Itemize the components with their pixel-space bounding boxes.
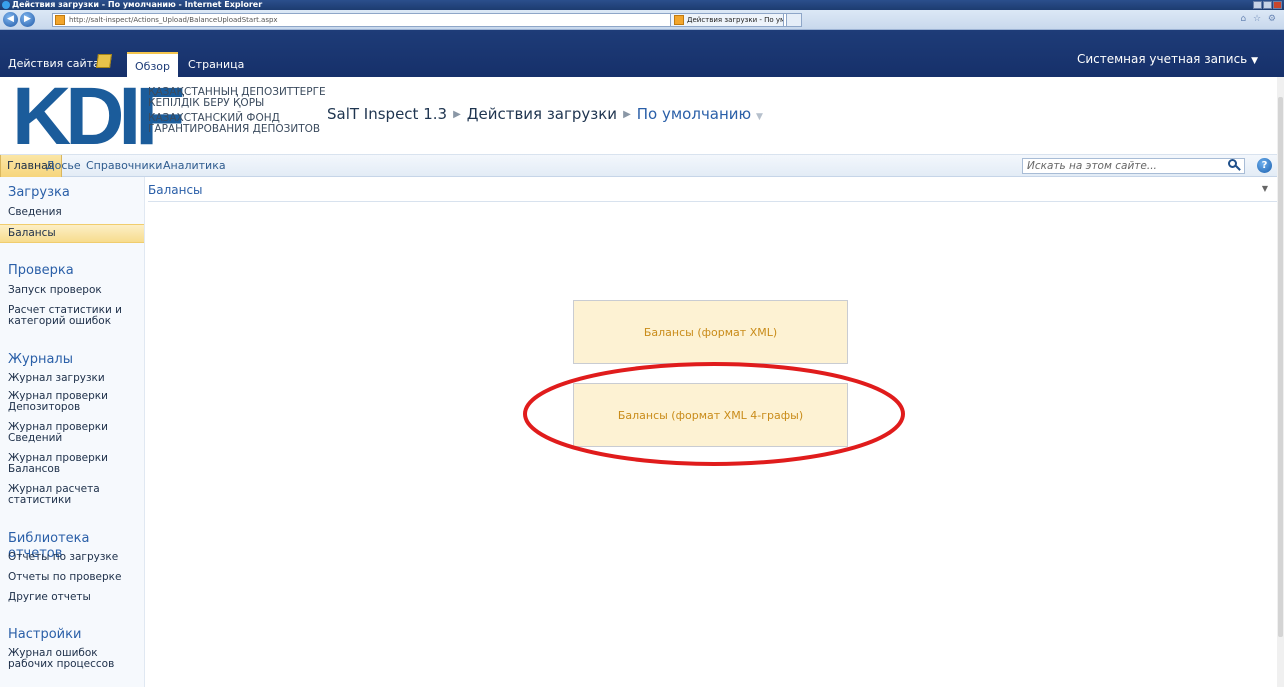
highlight-ellipse: [523, 362, 905, 466]
close-window-button[interactable]: [1273, 1, 1282, 9]
nav-item-data-log[interactable]: Журнал проверки Сведений: [8, 422, 142, 444]
search-icon[interactable]: [1228, 159, 1241, 172]
edit-page-icon[interactable]: [96, 54, 112, 68]
logo-line: КЕПІЛДІК БЕРУ ҚОРЫ: [148, 97, 265, 109]
help-icon[interactable]: ?: [1257, 158, 1272, 173]
browser-tab[interactable]: Действия загрузки - По ум...: [670, 13, 784, 27]
user-menu[interactable]: Системная учетная запись ▼: [1077, 52, 1258, 66]
ribbon: Действия сайта ▼ Обзор Страница Системна…: [0, 30, 1284, 77]
site-actions-label: Действия сайта: [8, 57, 100, 70]
nav-item-upload-reports[interactable]: Отчеты по загрузке: [8, 552, 142, 563]
nav-item-check-reports[interactable]: Отчеты по проверке: [8, 572, 142, 583]
balances-xml-button[interactable]: Балансы (формат XML): [573, 300, 848, 364]
browser-address-bar: ◀ ▶ http://salt-inspect/Actions_Upload/B…: [0, 10, 1284, 30]
nav-item-stats-log[interactable]: Журнал расчета статистики: [8, 484, 142, 506]
chevron-down-icon[interactable]: ▼: [1262, 184, 1268, 193]
nav-references[interactable]: Справочники: [80, 155, 168, 177]
nav-item-other-reports[interactable]: Другие отчеты: [8, 592, 142, 603]
maximize-button[interactable]: [1263, 1, 1272, 9]
site-header: KDIF ҚАЗАҚСТАННЫҢ ДЕПОЗИТТЕРГЕ КЕПІЛДІК …: [0, 76, 1284, 158]
url-text: http://salt-inspect/Actions_Upload/Balan…: [69, 16, 278, 24]
page-title: Балансы: [148, 183, 203, 197]
user-name: Системная учетная запись: [1076, 52, 1248, 66]
breadcrumb-site[interactable]: SalT Inspect 1.3: [327, 105, 447, 123]
nav-heading-settings[interactable]: Настройки: [8, 627, 81, 642]
nav-item-depositors-log[interactable]: Журнал проверки Депозиторов: [8, 391, 142, 413]
breadcrumb-section[interactable]: Действия загрузки: [467, 105, 617, 123]
window-controls: [1253, 1, 1282, 9]
chevron-down-icon: ▼: [1251, 56, 1258, 66]
balances-xml-label: Балансы (формат XML): [643, 325, 778, 339]
title-divider: [148, 201, 1278, 202]
ie-icon: [2, 1, 10, 9]
minimize-button[interactable]: [1253, 1, 1262, 9]
forward-icon[interactable]: ▶: [20, 12, 35, 27]
breadcrumb-separator-icon: ▶: [453, 109, 461, 120]
nav-item-workflow-errors[interactable]: Журнал ошибок рабочих процессов: [8, 648, 142, 670]
vertical-scrollbar[interactable]: [1277, 77, 1284, 687]
nav-heading-upload[interactable]: Загрузка: [8, 185, 70, 200]
site-actions-menu[interactable]: Действия сайта ▼: [8, 57, 109, 70]
nav-analytics[interactable]: Аналитика: [157, 155, 232, 177]
breadcrumb-separator-icon: ▶: [623, 109, 631, 120]
nav-item-balances[interactable]: Балансы: [0, 224, 144, 243]
tab-favicon-icon: [674, 15, 684, 25]
nav-item-run-checks[interactable]: Запуск проверок: [8, 285, 142, 296]
breadcrumb-current: По умолчанию: [636, 105, 752, 123]
window-title: Действия загрузки - По умолчанию - Inter…: [12, 0, 263, 9]
browser-tab-title: Действия загрузки - По ум...: [687, 16, 784, 24]
nav-item-data[interactable]: Сведения: [8, 207, 142, 218]
breadcrumb: SalT Inspect 1.3 ▶ Действия загрузки ▶ По ум…: [327, 105, 763, 123]
nav-item-balances-log[interactable]: Журнал проверки Балансов: [8, 453, 142, 475]
nav-heading-logs[interactable]: Журналы: [8, 352, 73, 367]
top-navigation: Главная Досье Справочники Аналитика Иска…: [0, 155, 1284, 177]
nav-item-statistics[interactable]: Расчет статистики и категорий ошибок: [8, 305, 142, 327]
nav-item-upload-log[interactable]: Журнал загрузки: [8, 373, 142, 384]
nav-heading-check[interactable]: Проверка: [8, 263, 74, 278]
quick-launch: Загрузка Сведения Балансы Проверка Запус…: [0, 177, 145, 687]
new-tab-button[interactable]: [786, 13, 802, 27]
tab-page[interactable]: Страница: [180, 52, 252, 77]
search-input[interactable]: Искать на этом сайте...: [1022, 158, 1245, 174]
highlight-ellipse-shape: [523, 362, 905, 466]
scrollbar-thumb[interactable]: [1278, 97, 1283, 637]
chevron-down-icon[interactable]: ▼: [756, 112, 763, 122]
favicon-icon: [55, 15, 65, 25]
home-star-gear-icons[interactable]: ⌂ ☆ ⚙: [1240, 14, 1278, 24]
back-icon[interactable]: ◀: [3, 12, 18, 27]
logo-line: ГАРАНТИРОВАНИЯ ДЕПОЗИТОВ: [148, 123, 321, 135]
browser-title-bar: Действия загрузки - По умолчанию - Inter…: [0, 0, 1284, 10]
